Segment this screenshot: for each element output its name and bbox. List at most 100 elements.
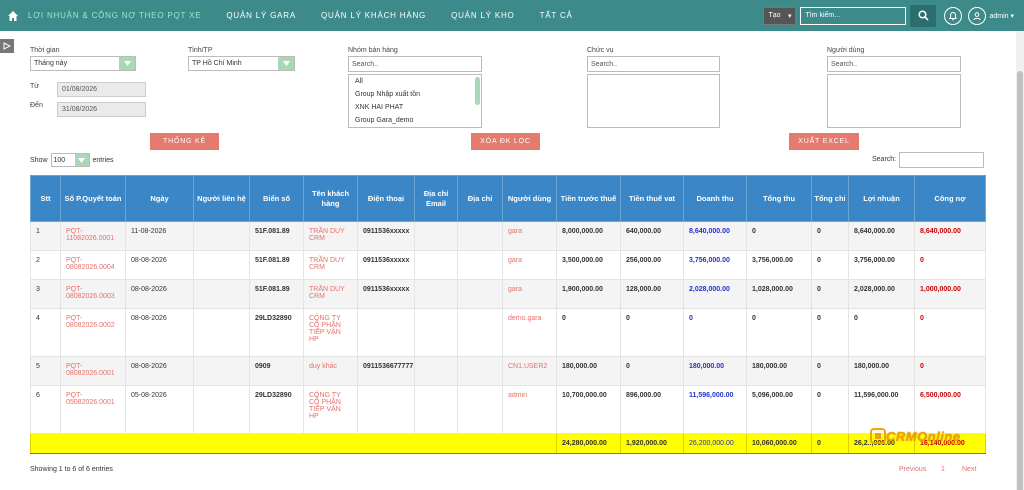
cell-doanh-thu: 11,596,000.00 [683,385,747,434]
province-label: Tỉnh/TP [188,47,213,54]
statistics-button[interactable]: THỐNG KÊ [150,133,219,150]
cell-user[interactable]: gara [502,250,557,280]
column-header-email[interactable]: Địa chỉ Email [414,175,458,222]
cell-user[interactable]: CN1.USER2 [502,356,557,386]
nav-warehouse[interactable]: Quản lý kho [451,11,514,20]
cell-so[interactable]: PQT-05082026.0001 [60,385,126,434]
column-header-tien-truoc-thue[interactable]: Tiền trước thuế [556,175,621,222]
column-header-nguoi-dung[interactable]: Người dùng [502,175,557,222]
cell-so[interactable]: PQT-08082026.0003 [60,279,126,309]
user-name: admin [989,12,1009,20]
user-menu[interactable]: admin ▾ [989,12,1014,20]
province-select[interactable]: TP Hồ Chí Minh [188,56,295,71]
column-header-nguoi-lien-he[interactable]: Người liên hệ [193,175,250,222]
table-row: 5 PQT-08082026.0001 08-08-2026 0909 duy khác… [30,356,986,386]
clear-filter-button[interactable]: XÓA ĐK LỌC [471,133,540,150]
pagination-previous[interactable]: Previous [899,466,926,473]
table-header-row: Stt Số P.Quyết toán Ngày Người liên hệ Biển … [30,175,986,222]
user-avatar-icon[interactable] [968,6,987,25]
column-header-cong-no[interactable]: Công nợ [914,175,986,222]
sidebar-toggle-icon[interactable] [0,39,14,53]
cell-user[interactable]: admin [502,385,557,434]
column-header-so-quyet-toan[interactable]: Số P.Quyết toán [60,175,126,222]
entries-info: Showing 1 to 6 of 6 entries [30,466,113,473]
list-option[interactable]: Group Nhập xuất tồn [349,88,481,101]
pagination-next[interactable]: Next [962,466,976,473]
cell-tong-thu: 1,028,000.00 [746,279,812,309]
cell-doanh-thu: 2,028,000.00 [683,279,747,309]
table-row: 4 PQT-08082026.0002 08-08-2026 29LD32890 CÔN… [30,308,986,357]
cell-tong-thu: 0 [746,221,812,251]
page-length-select[interactable]: 100 [50,153,90,167]
search-button[interactable] [910,4,937,27]
from-date-input[interactable]: 01/08/2026 [57,82,146,97]
export-excel-button[interactable]: XUẤT EXCEL [789,133,859,150]
cell-user[interactable]: gara [502,221,557,251]
time-select[interactable]: Tháng này [30,56,136,71]
column-header-tien-thue-vat[interactable]: Tiền thuế vat [620,175,684,222]
create-dropdown[interactable]: Tạo ▾ [763,6,797,25]
cell-dt: 0911536677777 [357,356,415,386]
nav-customers[interactable]: Quản lý khách hàng [321,11,426,20]
column-header-doanh-thu[interactable]: Doanh thu [683,175,747,222]
sales-group-list[interactable]: All Group Nhập xuất tồn XNK HAI PHAT Gro… [348,74,482,128]
cell-lien-he [193,385,250,434]
page-scrollbar[interactable] [1016,31,1024,490]
cell-loi-nhuan: 11,596,000.00 [848,385,915,434]
cell-so[interactable]: PQT-08082026.0004 [60,250,126,280]
cell-khach[interactable]: duy khác [303,356,358,386]
nav-gara[interactable]: Quản lý Gara [226,11,296,20]
nav-profit-debt[interactable]: Lợi nhuận & công nợ theo PQT xe [28,11,201,20]
column-header-bien-so[interactable]: Biển số [249,175,304,222]
nav-all[interactable]: Tất cả [540,11,573,20]
home-icon[interactable] [4,7,22,25]
create-label: Tạo [768,12,781,19]
cell-user[interactable]: demo.gara [502,308,557,357]
cell-dt [357,385,415,434]
cell-tong-chi: 0 [811,250,849,280]
to-date-input[interactable]: 31/08/2026 [57,102,146,117]
column-header-ten-khach-hang[interactable]: Tên khách hàng [303,175,358,222]
column-header-tong-chi[interactable]: Tổng chi [811,175,849,222]
list-option[interactable]: All [349,75,481,88]
cell-khach[interactable]: TRẦN DUY CRM [303,279,358,309]
cell-khach[interactable]: TRẦN DUY CRM [303,250,358,280]
cell-khach[interactable]: CÔNG TY CỔ PHẦN TIẾP VẬN HP [303,308,358,357]
global-search-input[interactable]: Tìm kiếm... [800,6,907,25]
column-header-stt[interactable]: Stt [30,175,61,222]
cell-khach[interactable]: TRẦN DUY CRM [303,221,358,251]
column-header-ngay[interactable]: Ngày [125,175,194,222]
column-header-tong-thu[interactable]: Tổng thu [746,175,812,222]
column-header-loi-nhuan[interactable]: Lợi nhuận [848,175,915,222]
list-option[interactable]: Group Gara_demo [349,114,481,127]
notification-bell-icon[interactable] [944,6,963,25]
cell-khach[interactable]: CÔNG TY CỔ PHẦN TIẾP VẬN HP [303,385,358,434]
cell-user[interactable]: gara [502,279,557,309]
cell-bien-so: 0909 [249,356,304,386]
cell-stt: 1 [30,221,61,251]
table-search-input[interactable] [899,152,984,168]
list-scrollbar[interactable] [475,77,480,105]
cell-dia-chi [457,356,503,386]
column-header-dien-thoai[interactable]: Điện thoại [357,175,415,222]
cell-so[interactable]: PQT-11082026.0001 [60,221,126,251]
position-list[interactable] [587,74,720,128]
list-option[interactable]: XNK HAI PHAT [349,101,481,114]
cell-ngay: 08-08-2026 [125,356,194,386]
position-search[interactable]: Search.. [587,56,720,72]
pagination-page-1[interactable]: 1 [941,466,945,473]
cell-truoc-thue: 10,700,000.00 [556,385,621,434]
cell-tong-thu: 3,756,000.00 [746,250,812,280]
cell-so[interactable]: PQT-08082026.0002 [60,308,126,357]
cell-so[interactable]: PQT-08082026.0001 [60,356,126,386]
sales-group-search[interactable]: Search.. [348,56,482,72]
scrollbar-thumb[interactable] [1017,71,1023,490]
report-table: Stt Số P.Quyết toán Ngày Người liên hệ Biển … [30,175,986,454]
cell-ngay: 11-08-2026 [125,221,194,251]
column-header-dia-chi[interactable]: Địa chỉ [457,175,503,222]
user-filter-list[interactable] [827,74,961,128]
user-filter-search[interactable]: Search.. [827,56,961,72]
show-label: Show [30,156,48,164]
cell-dia-chi [457,385,503,434]
cell-tong-chi: 0 [811,356,849,386]
